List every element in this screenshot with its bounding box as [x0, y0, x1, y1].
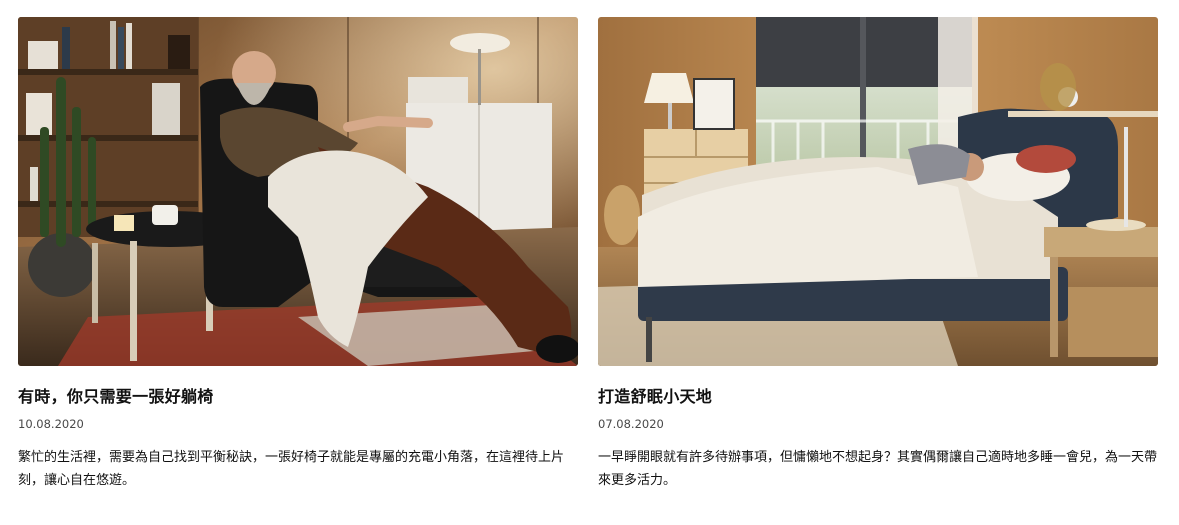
article-title[interactable]: 有時，你只需要一張好躺椅 [18, 386, 578, 408]
article-card[interactable]: 打造舒眠小天地 07.08.2020 一早睜開眼就有許多待辦事項，但慵懶地不想起… [598, 17, 1158, 492]
article-card[interactable]: 有時，你只需要一張好躺椅 10.08.2020 繁忙的生活裡，需要為自己找到平衡… [18, 17, 578, 492]
article-image-bed[interactable] [598, 17, 1158, 366]
article-image-recliner[interactable] [18, 17, 578, 366]
article-description: 一早睜開眼就有許多待辦事項，但慵懶地不想起身？其實偶爾讓自己適時地多睡一會兒，為… [598, 450, 1158, 488]
article-date: 10.08.2020 [18, 417, 84, 431]
article-description: 繁忙的生活裡，需要為自己找到平衡秘訣，一張好椅子就能是專屬的充電小角落，在這裡待… [18, 450, 565, 488]
article-date: 07.08.2020 [598, 417, 664, 431]
article-grid: 有時，你只需要一張好躺椅 10.08.2020 繁忙的生活裡，需要為自己找到平衡… [0, 0, 1179, 525]
article-title[interactable]: 打造舒眠小天地 [598, 386, 1158, 408]
